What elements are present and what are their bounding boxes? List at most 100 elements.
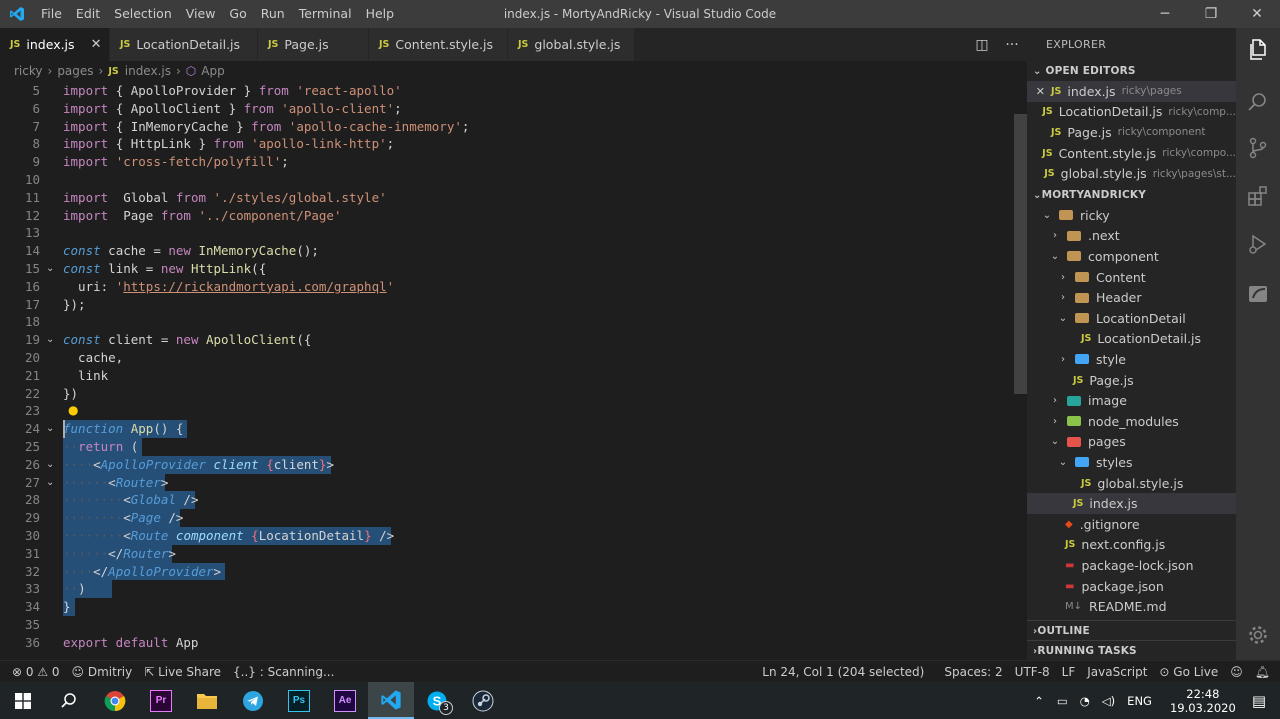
menu-selection[interactable]: Selection: [107, 0, 179, 28]
tab-content-style-js[interactable]: JS Content.style.js: [369, 28, 508, 61]
tree-item[interactable]: M↓ README.md: [1027, 596, 1236, 617]
breadcrumb-pages[interactable]: pages: [57, 64, 93, 78]
file-explorer-icon[interactable]: [184, 682, 230, 719]
tree-item[interactable]: JS global.style.js: [1027, 473, 1236, 494]
tree-item[interactable]: › style: [1027, 349, 1236, 370]
show-hidden-icons-chevron-icon[interactable]: ⌃: [1034, 694, 1044, 708]
steam-icon[interactable]: [460, 682, 506, 719]
fold-chevron-icon[interactable]: ⌄: [46, 474, 54, 492]
symbol-method-icon: ⬡: [185, 64, 197, 78]
encoding-status[interactable]: UTF-8: [1009, 665, 1056, 679]
tree-item[interactable]: ⌄ ricky: [1027, 205, 1236, 226]
tree-item[interactable]: JS index.js: [1027, 493, 1236, 514]
tree-item[interactable]: ▬ package-lock.json: [1027, 555, 1236, 576]
source-control-icon[interactable]: [1236, 126, 1280, 170]
problems-status[interactable]: ⊗ 0 ⚠ 0: [0, 665, 66, 679]
open-editors-header[interactable]: ⌄ OPEN EDITORS: [1027, 61, 1236, 81]
open-editor-item[interactable]: JS LocationDetail.js ricky\comp...: [1027, 102, 1236, 123]
fold-chevron-icon[interactable]: ⌄: [46, 456, 54, 474]
tree-item[interactable]: ⌄ pages: [1027, 432, 1236, 453]
skype-icon[interactable]: S 3: [414, 682, 460, 719]
photoshop-icon[interactable]: Ps: [276, 682, 322, 719]
breadcrumb-index-js[interactable]: index.js: [125, 64, 171, 78]
tab-page-js[interactable]: JS Page.js: [258, 28, 369, 61]
extensions-icon[interactable]: [1236, 174, 1280, 218]
notifications-bell-icon[interactable]: 🔔︎: [1249, 665, 1280, 679]
wifi-icon[interactable]: ◔: [1080, 694, 1090, 708]
tree-item[interactable]: › node_modules: [1027, 411, 1236, 432]
battery-icon[interactable]: ▭: [1057, 694, 1068, 708]
remote-explorer-icon[interactable]: [1236, 272, 1280, 316]
open-editor-item[interactable]: ✕ JS index.js ricky\pages: [1027, 81, 1236, 102]
project-header[interactable]: ⌄MORTYANDRICKY: [1027, 185, 1236, 205]
windows-start-icon[interactable]: [0, 682, 46, 719]
split-editor-icon[interactable]: ◫: [967, 37, 997, 53]
tree-item[interactable]: ▬ package.json: [1027, 576, 1236, 597]
tree-item[interactable]: › Header: [1027, 287, 1236, 308]
tree-item[interactable]: › .next: [1027, 226, 1236, 247]
language-mode[interactable]: JavaScript: [1081, 665, 1153, 679]
clock[interactable]: 22:48 19.03.2020: [1170, 687, 1236, 715]
tree-item[interactable]: JS LocationDetail.js: [1027, 329, 1236, 350]
close-tab-icon[interactable]: ✕: [91, 37, 102, 52]
run-debug-icon[interactable]: [1236, 222, 1280, 266]
menu-edit[interactable]: Edit: [69, 0, 107, 28]
premiere-pro-icon[interactable]: Pr: [138, 682, 184, 719]
tree-item[interactable]: › image: [1027, 390, 1236, 411]
eol-status[interactable]: LF: [1056, 665, 1082, 679]
broadcast-icon: ⊙: [1159, 665, 1174, 679]
open-editor-item[interactable]: JS global.style.js ricky\pages\st...: [1027, 163, 1236, 184]
tree-item[interactable]: › Content: [1027, 267, 1236, 288]
tab-locationdetail-js[interactable]: JS LocationDetail.js: [110, 28, 258, 61]
tab-global-style-js[interactable]: JS global.style.js: [508, 28, 635, 61]
menu-run[interactable]: Run: [254, 0, 292, 28]
outline-header[interactable]: ›OUTLINE: [1027, 620, 1236, 640]
cursor-position[interactable]: Ln 24, Col 1 (204 selected): [756, 665, 930, 679]
live-share-button[interactable]: ⇱ Live Share: [138, 665, 227, 679]
code-editor[interactable]: 5 import { ApolloProvider } from 'react-a…: [0, 81, 1027, 660]
volume-icon[interactable]: ◁): [1102, 694, 1115, 708]
tree-item[interactable]: ⌄ component: [1027, 246, 1236, 267]
fold-chevron-icon[interactable]: ⌄: [46, 260, 54, 278]
breadcrumb-app[interactable]: App: [201, 64, 224, 78]
telegram-icon[interactable]: [230, 682, 276, 719]
tree-item[interactable]: JS next.config.js: [1027, 535, 1236, 556]
maximize-button[interactable]: ❐: [1188, 0, 1234, 28]
language-indicator[interactable]: ENG: [1127, 694, 1152, 708]
tab-index-js[interactable]: JS index.js ✕: [0, 28, 110, 61]
account-status[interactable]: ☺ Dmitriy: [66, 665, 139, 679]
more-actions-icon[interactable]: ···: [997, 37, 1027, 53]
close-icon[interactable]: ✕: [1027, 85, 1045, 98]
fold-chevron-icon[interactable]: ⌄: [46, 420, 54, 438]
lightbulb-icon[interactable]: ●: [68, 403, 78, 417]
open-editor-item[interactable]: JS Page.js ricky\component: [1027, 122, 1236, 143]
action-center-icon[interactable]: ▤: [1252, 692, 1266, 710]
indentation-status[interactable]: Spaces: 2: [938, 665, 1008, 679]
after-effects-icon[interactable]: Ae: [322, 682, 368, 719]
feedback-icon[interactable]: ☺: [1224, 665, 1249, 679]
editor-scrollbar-thumb[interactable]: [1014, 114, 1027, 394]
chrome-icon[interactable]: [92, 682, 138, 719]
explorer-files-icon[interactable]: [1236, 28, 1280, 72]
tree-item[interactable]: JS Page.js: [1027, 370, 1236, 391]
code-token: client: [273, 456, 319, 472]
fold-chevron-icon[interactable]: ⌄: [46, 331, 54, 349]
tree-item[interactable]: ⌄ styles: [1027, 452, 1236, 473]
menu-file[interactable]: File: [34, 0, 69, 28]
breadcrumb-ricky[interactable]: ricky: [14, 64, 43, 78]
vscode-taskbar-icon[interactable]: [368, 682, 414, 719]
open-editor-item[interactable]: JS Content.style.js ricky\compo...: [1027, 143, 1236, 164]
running-tasks-header[interactable]: ›RUNNING TASKS: [1027, 640, 1236, 660]
go-live-button[interactable]: ⊙ Go Live: [1153, 665, 1224, 679]
menu-help[interactable]: Help: [359, 0, 402, 28]
manage-gear-icon[interactable]: [1236, 613, 1280, 657]
search-icon[interactable]: [1236, 80, 1280, 124]
tree-item[interactable]: ⌄ LocationDetail: [1027, 308, 1236, 329]
tree-item[interactable]: ◆ .gitignore: [1027, 514, 1236, 535]
menu-view[interactable]: View: [179, 0, 223, 28]
menu-terminal[interactable]: Terminal: [292, 0, 359, 28]
minimize-button[interactable]: ─: [1142, 0, 1188, 28]
menu-go[interactable]: Go: [222, 0, 253, 28]
close-window-button[interactable]: ✕: [1234, 0, 1280, 28]
taskbar-search-icon[interactable]: [46, 682, 92, 719]
